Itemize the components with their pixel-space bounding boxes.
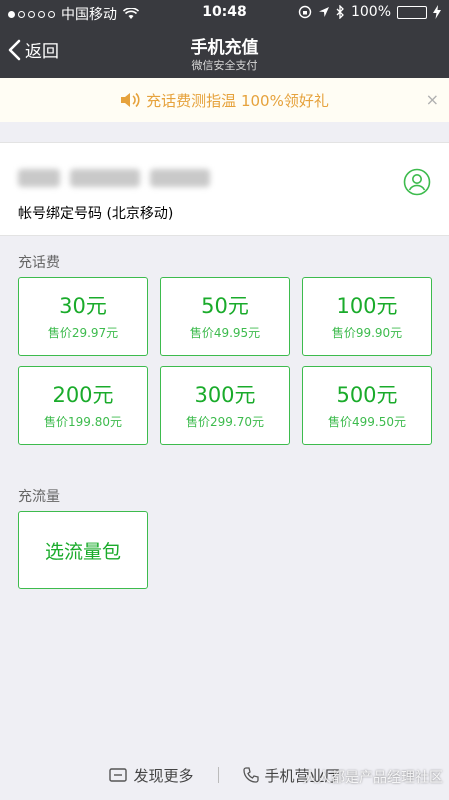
page-title: 手机充值 [190, 38, 259, 58]
account-label: 帐号绑定号码 (北京移动) [18, 206, 174, 222]
recharge-option-300[interactable]: 300元 售价299.70元 [160, 366, 290, 445]
recharge-price: 售价499.50元 [328, 415, 406, 429]
recharge-amount: 500元 [336, 383, 398, 407]
recharge-price: 售价49.95元 [189, 326, 261, 340]
recharge-option-200[interactable]: 200元 售价199.80元 [18, 366, 148, 445]
phone-icon [242, 767, 259, 783]
data-section-label: 充流量 [18, 489, 60, 505]
battery-percent: 100% [350, 4, 391, 20]
watermark-text: 人人都是产品经理社区 [303, 770, 443, 786]
location-icon [318, 7, 329, 17]
banner-text: 充话费测指温 100%领好礼 [146, 91, 329, 110]
bluetooth-icon [336, 5, 344, 19]
page-subtitle: 微信安全支付 [191, 59, 258, 72]
recharge-price: 售价299.70元 [186, 415, 264, 429]
recharge-option-500[interactable]: 500元 售价499.50元 [302, 366, 432, 445]
recharge-amount: 30元 [59, 294, 107, 318]
discover-more-label: 发现更多 [133, 766, 194, 785]
status-right: 100% [298, 4, 441, 20]
discover-more-link[interactable]: 发现更多 [109, 765, 194, 786]
select-data-package-button[interactable]: 选流量包 [18, 511, 148, 589]
close-icon[interactable]: × [426, 90, 439, 109]
recharge-amount: 200元 [52, 383, 114, 407]
phone-number-redacted [18, 169, 210, 187]
nav-bar: 返回 手机充值 微信安全支付 [0, 26, 449, 78]
charging-icon [433, 5, 441, 19]
recharge-option-50[interactable]: 50元 售价49.95元 [160, 277, 290, 356]
recharge-price: 售价199.80元 [44, 415, 122, 429]
status-bar: 中国移动 10:48 100% [0, 0, 449, 26]
list-icon [109, 768, 128, 782]
battery-icon [397, 5, 427, 19]
recharge-price: 售价29.97元 [47, 326, 119, 340]
recharge-section-label: 充话费 [18, 255, 60, 271]
recharge-amount: 100元 [336, 294, 398, 318]
recharge-amount: 300元 [194, 383, 256, 407]
speaker-icon [121, 92, 140, 108]
recharge-amount: 50元 [201, 294, 249, 318]
promo-banner[interactable]: 充话费测指温 100%领好礼 × [0, 78, 449, 122]
rotation-lock-icon [298, 5, 312, 19]
account-card: 帐号绑定号码 (北京移动) [0, 142, 449, 236]
footer-divider [217, 767, 219, 783]
recharge-option-30[interactable]: 30元 售价29.97元 [18, 277, 148, 356]
recharge-price: 售价99.90元 [331, 326, 403, 340]
contact-icon[interactable] [403, 168, 431, 196]
recharge-option-100[interactable]: 100元 售价99.90元 [302, 277, 432, 356]
